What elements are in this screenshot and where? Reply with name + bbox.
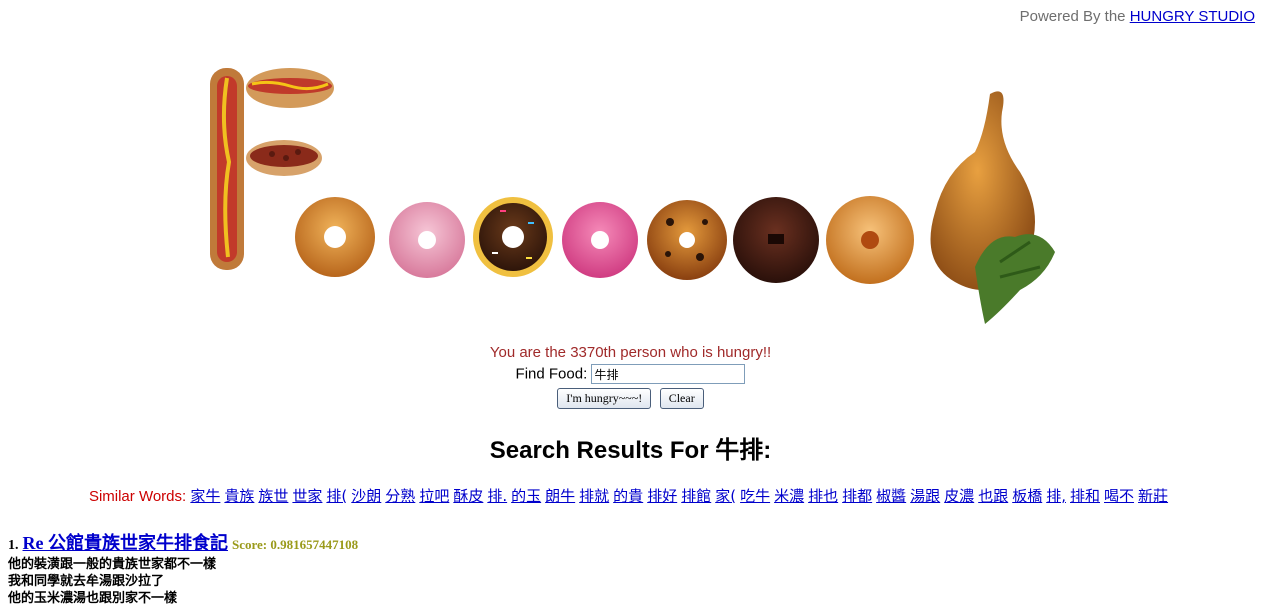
similar-words: Similar Words: 家牛 貴族 族世 世家 排(沙朗 分熟 拉吧 酥皮 排. 的玉 朗牛排… (0, 485, 1261, 506)
similar-words-list: 家牛 貴族 族世 世家 排(沙朗 分熟 拉吧 酥皮 排. 的玉 朗牛 排就 的貴 排好 排館 家(吃牛 米濃 排也… (190, 487, 1172, 505)
similar-word-link[interactable]: 沙朗 (351, 487, 381, 505)
similar-word-link[interactable]: 皮濃 (944, 487, 974, 505)
donut-caramel-chip-icon (647, 200, 727, 280)
similar-word-link[interactable]: 排都 (842, 487, 872, 505)
similar-word-link[interactable]: 酥皮 (453, 487, 483, 505)
similar-word-link[interactable]: 排, (1046, 487, 1066, 505)
donut-sugar-icon (826, 196, 914, 284)
similar-word-link[interactable]: 排和 (1070, 487, 1100, 505)
powered-by-text: Powered By the (1019, 8, 1126, 25)
result-snippet-line: 他的裝潢跟一般的貴族世家都不一樣 (8, 556, 217, 571)
similar-word-link[interactable]: 的玉 (511, 487, 541, 505)
food-search-input[interactable] (591, 364, 746, 384)
similar-word-link[interactable]: 湯跟 (910, 487, 940, 505)
similar-word-link[interactable]: 喝不 (1104, 487, 1134, 505)
fried-chicken-icon (930, 91, 1055, 324)
similar-word-link[interactable]: 的貴 (613, 487, 643, 505)
hotdog-chili-icon (246, 140, 322, 176)
donut-glazed-icon (295, 197, 375, 277)
food-logo (210, 68, 1055, 324)
hotdog-long-icon (210, 68, 244, 270)
similar-word-link[interactable]: 排( (326, 487, 347, 505)
similar-word-link[interactable]: 吃牛 (740, 487, 770, 505)
similar-word-link[interactable]: 家( (715, 487, 736, 505)
donut-dark-chocolate-icon (733, 197, 819, 283)
similar-word-link[interactable]: 族世 (258, 487, 288, 505)
result-snippet-line: 他的玉米濃湯也跟別家不一樣 (8, 590, 178, 605)
search-buttons: I'm hungry~~~! Clear (0, 388, 1261, 409)
im-hungry-button[interactable]: I'm hungry~~~! (557, 388, 652, 409)
donut-chocolate-sprinkle-icon (473, 197, 553, 277)
result-item: 1. Re 公館貴族世家牛排食記 Score: 0.981657447108 他… (8, 529, 358, 606)
similar-word-link[interactable]: 朗牛 (545, 487, 575, 505)
donut-pink-icon (389, 202, 465, 278)
similar-words-label: Similar Words: (88, 488, 187, 505)
search-form: Find Food: (0, 364, 1261, 384)
result-snippet-line: 我和同學就去牟湯跟沙拉了 (8, 573, 165, 588)
similar-word-link[interactable]: 世家 (292, 487, 322, 505)
similar-word-link[interactable]: 米濃 (774, 487, 804, 505)
similar-word-link[interactable]: 排好 (647, 487, 677, 505)
powered-by: Powered By the HUNGRY STUDIO (1020, 8, 1255, 25)
find-food-label: Find Food: (515, 365, 588, 383)
hungry-studio-link[interactable]: HUNGRY STUDIO (1130, 8, 1255, 25)
similar-word-link[interactable]: 排也 (808, 487, 838, 505)
similar-word-link[interactable]: 排就 (579, 487, 609, 505)
similar-word-link[interactable]: 板橋 (1012, 487, 1042, 505)
similar-word-link[interactable]: 拉吧 (419, 487, 449, 505)
similar-word-link[interactable]: 新莊 (1138, 487, 1168, 505)
similar-word-link[interactable]: 分熟 (385, 487, 415, 505)
similar-word-link[interactable]: 也跟 (978, 487, 1008, 505)
hotdog-top-icon (246, 68, 334, 108)
similar-word-link[interactable]: 家牛 (190, 487, 220, 505)
result-score: Score: 0.981657447108 (232, 537, 359, 552)
visitor-counter: You are the 3370th person who is hungry!… (489, 344, 772, 361)
similar-word-link[interactable]: 貴族 (224, 487, 254, 505)
donut-hot-pink-icon (562, 202, 638, 278)
results-title: Search Results For 牛排: (489, 437, 772, 464)
similar-word-link[interactable]: 排館 (681, 487, 711, 505)
result-number: 1. (8, 538, 19, 553)
similar-word-link[interactable]: 椒醬 (876, 487, 906, 505)
result-title-link[interactable]: Re 公館貴族世家牛排食記 (23, 533, 229, 553)
clear-button[interactable]: Clear (659, 388, 704, 409)
similar-word-link[interactable]: 排. (487, 487, 507, 505)
